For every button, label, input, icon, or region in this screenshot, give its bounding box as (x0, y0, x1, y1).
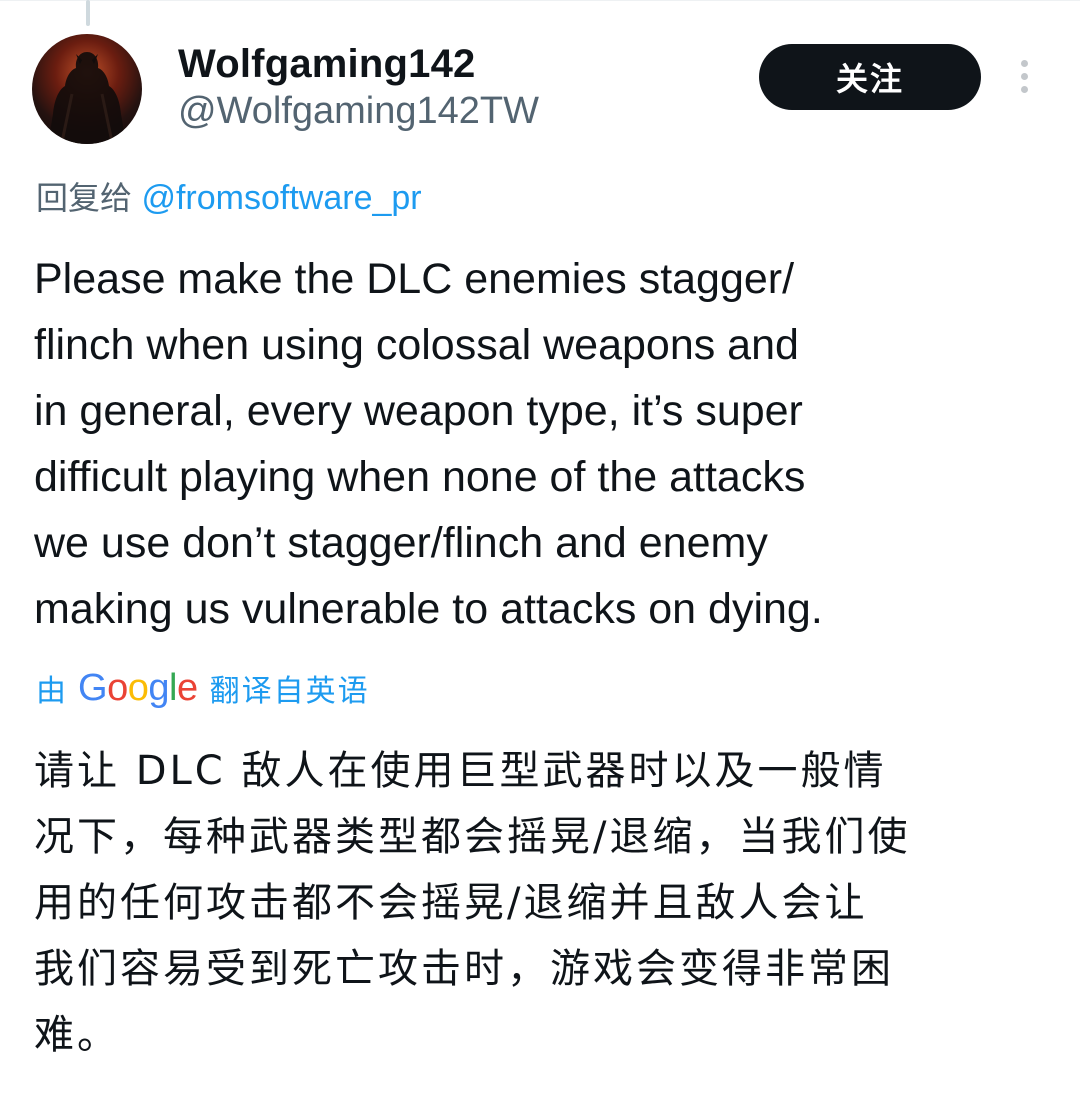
translated-text-line: 用的任何攻击都不会摇晃/退缩并且敌人会让 (34, 880, 868, 926)
translation-attribution[interactable]: 由 Google 翻译自英语 (36, 664, 370, 712)
avatar-dark-knight-icon (48, 52, 126, 144)
reply-prefix: 回复给 (36, 179, 133, 217)
tweet-text-line: in general, every weapon type, it’s supe… (34, 387, 803, 435)
tweet-text-line: flinch when using colossal weapons and (34, 321, 799, 369)
tweet-text-line: making us vulnerable to attacks on dying… (34, 585, 823, 633)
reply-to-line: 回复给 @fromsoftware_pr (36, 176, 422, 220)
display-name[interactable]: Wolfgaming142 (178, 42, 539, 86)
user-names: Wolfgaming142 @Wolfgaming142TW (178, 42, 539, 134)
follow-button[interactable]: 关注 (759, 44, 981, 110)
thread-connector-line (86, 0, 90, 26)
tweet-text-line: difficult playing when none of the attac… (34, 453, 806, 501)
tweet-header: Wolfgaming142 @Wolfgaming142TW 关注 (32, 34, 1052, 150)
user-handle[interactable]: @Wolfgaming142TW (178, 88, 539, 134)
reply-mention-link[interactable]: @fromsoftware_pr (141, 179, 421, 217)
translated-by-label: 由 (36, 674, 66, 709)
avatar[interactable] (32, 34, 142, 144)
translated-from-label: 翻译自英语 (209, 674, 370, 709)
translated-text-line: 难。 (34, 1012, 120, 1058)
google-logo: Google (78, 666, 198, 709)
translated-text-line: 我们容易受到死亡攻击时，游戏会变得非常困 (34, 946, 894, 992)
top-divider (0, 0, 1080, 1)
more-options-icon[interactable] (1014, 60, 1034, 100)
tweet-text: Please make the DLC enemies stagger/ fli… (34, 246, 1044, 642)
tweet-text-line: Please make the DLC enemies stagger/ (34, 255, 795, 303)
tweet-text-line: we use don’t stagger/flinch and enemy (34, 519, 768, 567)
translated-text-line: 况下，每种武器类型都会摇晃/退缩，当我们使 (34, 814, 911, 860)
translated-text-line: 请让 DLC 敌人在使用巨型武器时以及一般情 (34, 748, 887, 794)
translated-text: 请让 DLC 敌人在使用巨型武器时以及一般情 况下，每种武器类型都会摇晃/退缩，… (34, 738, 1044, 1068)
